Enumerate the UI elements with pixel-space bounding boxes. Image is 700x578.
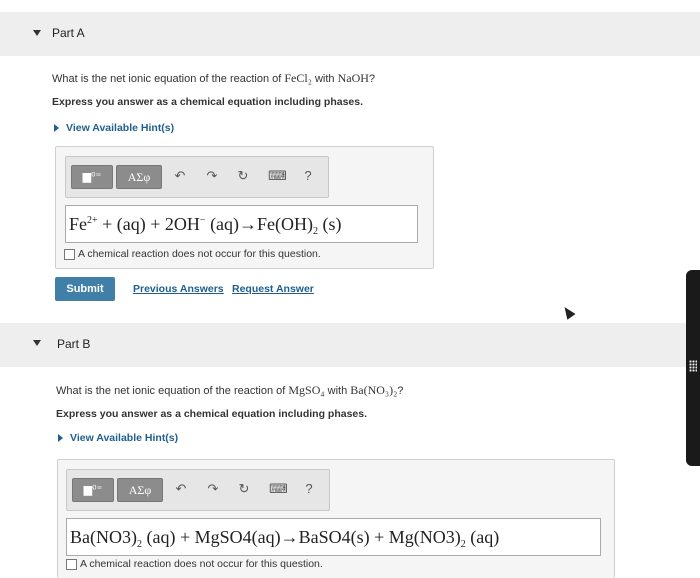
- answer-text: (aq): [465, 527, 500, 547]
- answer-text: Fe: [69, 214, 87, 234]
- no-reaction-label: A chemical reaction does not occur for t…: [80, 558, 323, 570]
- no-reaction-checkbox[interactable]: [66, 558, 77, 570]
- template-button[interactable]: ▆⁰⁼: [71, 165, 113, 189]
- answer-text: Ba(NO3): [70, 527, 137, 547]
- previous-answers-link[interactable]: Previous Answers: [133, 283, 224, 295]
- hint-label: View Available Hint(s): [66, 122, 175, 134]
- part-b-collapse-icon[interactable]: [33, 340, 41, 346]
- request-answer-link[interactable]: Request Answer: [232, 283, 314, 295]
- question-mid: with: [311, 73, 338, 85]
- part-a-answer-field[interactable]: Fe2+ + (aq) + 2OH− (aq)→Fe(OH)2 (s): [65, 205, 418, 243]
- answer-text: (s): [318, 214, 342, 234]
- part-a-hint-toggle[interactable]: View Available Hint(s): [54, 122, 174, 134]
- no-reaction-label: A chemical reaction does not occur for t…: [78, 248, 321, 260]
- caret-right-icon: [58, 434, 63, 443]
- mouse-cursor-icon: [560, 304, 576, 320]
- greek-symbols-button[interactable]: ΑΣφ: [117, 478, 163, 502]
- template-button[interactable]: ▆⁰⁼: [72, 478, 114, 502]
- side-panel-tab[interactable]: [686, 270, 700, 466]
- undo-icon[interactable]: ↶: [173, 481, 189, 497]
- answer-text: (aq)→Fe(OH): [205, 214, 314, 234]
- no-reaction-checkbox[interactable]: [64, 248, 75, 260]
- part-a-collapse-icon[interactable]: [33, 30, 41, 36]
- part-b-instruction: Express you answer as a chemical equatio…: [56, 408, 368, 420]
- redo-icon[interactable]: ↷: [204, 168, 220, 184]
- question-prefix: What is the net ionic equation of the re…: [52, 73, 285, 85]
- part-b-title: Part B: [57, 337, 91, 351]
- part-a-instruction: Express you answer as a chemical equatio…: [52, 96, 364, 108]
- part-a-header[interactable]: [0, 12, 700, 56]
- hint-label: View Available Hint(s): [70, 432, 179, 444]
- help-button[interactable]: ?: [301, 168, 315, 183]
- greek-symbols-button[interactable]: ΑΣφ: [116, 165, 162, 189]
- answer-text: + (aq) + 2OH: [97, 214, 200, 234]
- question-mid: with: [324, 385, 351, 397]
- part-b-answer-field[interactable]: Ba(NO3)2 (aq) + MgSO4(aq)→BaSO4(s) + Mg(…: [66, 518, 601, 556]
- part-a-question: What is the net ionic equation of the re…: [52, 71, 375, 86]
- question-suffix: ?: [397, 385, 404, 397]
- keyboard-icon[interactable]: ⌨: [269, 481, 288, 497]
- question-prefix: What is the net ionic equation of the re…: [56, 385, 289, 397]
- part-b-no-reaction[interactable]: A chemical reaction does not occur for t…: [66, 558, 323, 570]
- reactant-1: MgSO₄: [288, 383, 325, 397]
- answer-text: (aq) + MgSO4(aq)→BaSO4(s) + Mg(NO3): [141, 527, 461, 547]
- part-b-header[interactable]: [0, 323, 700, 367]
- submit-button[interactable]: Submit: [55, 277, 115, 301]
- redo-icon[interactable]: ↷: [205, 481, 221, 497]
- answer-charge: 2+: [87, 215, 98, 226]
- drag-dots-icon: [689, 360, 697, 372]
- question-suffix: ?: [368, 73, 376, 85]
- caret-right-icon: [54, 124, 59, 133]
- keyboard-icon[interactable]: ⌨: [268, 168, 287, 184]
- part-b-question: What is the net ionic equation of the re…: [56, 383, 403, 398]
- reset-icon[interactable]: ↻: [235, 168, 251, 184]
- part-a-no-reaction[interactable]: A chemical reaction does not occur for t…: [64, 248, 321, 260]
- reactant-2: Ba(NO₃)₂: [350, 383, 398, 397]
- undo-icon[interactable]: ↶: [172, 168, 188, 184]
- reactant-1: FeCl₂: [284, 71, 312, 85]
- part-b-hint-toggle[interactable]: View Available Hint(s): [58, 432, 178, 444]
- part-a-title: Part A: [52, 26, 85, 40]
- reactant-2: NaOH: [337, 71, 369, 85]
- help-button[interactable]: ?: [302, 481, 316, 496]
- reset-icon[interactable]: ↻: [236, 481, 252, 497]
